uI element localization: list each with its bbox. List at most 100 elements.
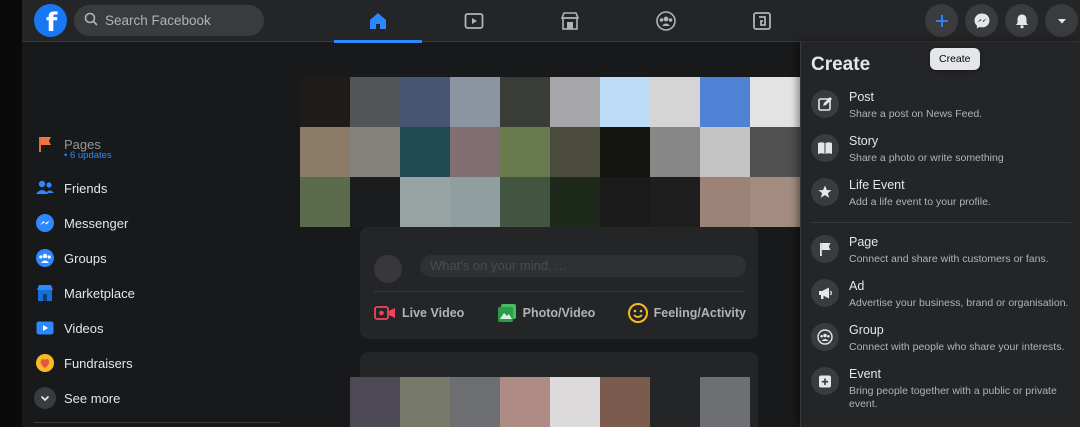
sidebar-item-label: Groups: [64, 250, 107, 266]
header-actions: [925, 4, 1078, 37]
create-item-desc: Share a post on News Feed.: [849, 108, 983, 120]
create-item-title: Event: [849, 367, 881, 381]
create-item-story[interactable]: Story Share a photo or write something: [811, 134, 1080, 165]
live-video-icon: [374, 305, 396, 321]
sidebar-item-label: Fundraisers: [64, 355, 133, 371]
facebook-logo-icon[interactable]: f: [34, 4, 67, 37]
live-video-label: Live Video: [402, 306, 465, 320]
window-edge: [0, 0, 22, 427]
sidebar-item-pages[interactable]: Pages • 6 updates: [34, 134, 112, 161]
sidebar-item-label: Friends: [64, 180, 108, 196]
calendar-plus-icon: [811, 367, 839, 395]
videos-icon: [34, 317, 56, 339]
sidebar-item-label: Videos: [64, 320, 104, 336]
create-item-group[interactable]: Group Connect with people who share your…: [811, 323, 1080, 354]
sidebar-see-more-button[interactable]: See more: [34, 381, 120, 415]
feed-post-image-pixelated[interactable]: [350, 377, 750, 427]
create-item-desc: Connect and share with customers or fans…: [849, 253, 1049, 265]
tab-watch[interactable]: [426, 0, 522, 42]
photo-video-label: Photo/Video: [522, 306, 596, 320]
watch-icon: [464, 13, 484, 29]
sidebar-item-videos[interactable]: Videos: [34, 311, 104, 345]
create-item-desc: Add a life event to your profile.: [849, 196, 991, 208]
create-item-ad[interactable]: Ad Advertise your business, brand or org…: [811, 279, 1080, 310]
search-box[interactable]: Search Facebook: [74, 5, 264, 36]
sidebar-item-label: Messenger: [64, 215, 129, 231]
create-item-event[interactable]: Event Bring people together with a publi…: [811, 367, 1080, 411]
tab-groups[interactable]: [618, 0, 714, 42]
flag-icon: [34, 133, 56, 155]
left-sidebar: Pages • 6 updates Friends Messenger Grou…: [22, 42, 290, 427]
post-composer: What's on your mind, ... Live Video Phot…: [360, 227, 758, 339]
feeling-activity-label: Feeling/Activity: [653, 306, 746, 320]
create-item-title: Post: [849, 90, 875, 104]
create-item-desc: Bring people together with a public or p…: [849, 385, 1057, 410]
group-icon: [811, 323, 839, 351]
sidebar-item-label: Pages: [64, 136, 101, 152]
bell-icon: [1015, 14, 1028, 28]
create-item-title: Ad: [849, 279, 865, 293]
messenger-icon: [34, 212, 56, 234]
create-item-desc: Connect with people who share your inter…: [849, 341, 1065, 353]
facebook-app: f Search Facebook Pages • 6 updates Frie…: [0, 0, 1080, 427]
flag-icon: [811, 235, 839, 263]
photo-icon: [497, 303, 517, 323]
feeling-activity-button[interactable]: Feeling/Activity: [627, 303, 746, 323]
book-icon: [811, 134, 839, 162]
star-icon: [811, 178, 839, 206]
caret-down-icon: [1057, 18, 1066, 23]
composer-actions: Live Video Photo/Video Feeling/Activity: [374, 303, 746, 323]
friends-icon: [34, 177, 56, 199]
create-tooltip: Create: [930, 48, 980, 70]
notifications-button[interactable]: [1005, 4, 1038, 37]
home-icon: [370, 13, 386, 29]
search-icon: [84, 12, 98, 29]
top-navbar: f Search Facebook: [22, 0, 1080, 43]
pages-updates-badge: • 6 updates: [64, 150, 112, 161]
avatar: [374, 255, 402, 283]
chevron-down-icon: [34, 387, 56, 409]
sidebar-item-messenger[interactable]: Messenger: [34, 206, 128, 240]
create-item-desc: Share a photo or write something: [849, 152, 1004, 164]
create-item-page[interactable]: Page Connect and share with customers or…: [811, 235, 1080, 266]
account-button[interactable]: [1045, 4, 1078, 37]
create-item-title: Life Event: [849, 178, 905, 192]
create-item-post[interactable]: Post Share a post on News Feed.: [811, 90, 1080, 121]
create-item-title: Group: [849, 323, 884, 337]
main-nav-tabs: [330, 0, 810, 43]
marketplace-icon: [34, 282, 56, 304]
smiley-icon: [627, 303, 648, 323]
stories-tray-pixelated[interactable]: [300, 77, 800, 227]
messenger-icon: [974, 13, 989, 28]
sidebar-item-label: See more: [64, 390, 121, 406]
sidebar-item-marketplace[interactable]: Marketplace: [34, 276, 135, 310]
create-item-life-event[interactable]: Life Event Add a life event to your prof…: [811, 178, 1080, 209]
marketplace-icon: [560, 12, 580, 30]
gaming-icon: [753, 12, 771, 30]
tab-gaming[interactable]: [714, 0, 810, 42]
megaphone-icon: [811, 279, 839, 307]
sidebar-item-fundraisers[interactable]: Fundraisers: [34, 346, 133, 380]
live-video-button[interactable]: Live Video: [374, 303, 464, 323]
tab-marketplace[interactable]: [522, 0, 618, 42]
create-button[interactable]: [925, 4, 958, 37]
tab-home[interactable]: [330, 0, 426, 43]
sidebar-item-friends[interactable]: Friends: [34, 171, 107, 205]
plus-icon: [935, 14, 948, 27]
search-placeholder: Search Facebook: [105, 13, 211, 28]
create-item-title: Page: [849, 235, 879, 249]
composer-input[interactable]: What's on your mind, ...: [420, 255, 746, 277]
messenger-button[interactable]: [965, 4, 998, 37]
sidebar-item-groups[interactable]: Groups: [34, 241, 107, 275]
create-item-desc: Advertise your business, brand or organi…: [849, 297, 1069, 309]
sidebar-item-label: Marketplace: [64, 285, 135, 301]
groups-icon: [656, 11, 676, 31]
create-panel-divider: [811, 222, 1071, 223]
fundraisers-icon: [34, 352, 56, 374]
photo-video-button[interactable]: Photo/Video: [497, 303, 596, 323]
groups-icon: [34, 247, 56, 269]
create-item-title: Story: [849, 134, 879, 148]
create-panel-title: Create: [811, 54, 871, 75]
sidebar-divider: [34, 422, 280, 423]
create-menu-panel: Create Post Share a post on News Feed. S…: [800, 42, 1080, 427]
